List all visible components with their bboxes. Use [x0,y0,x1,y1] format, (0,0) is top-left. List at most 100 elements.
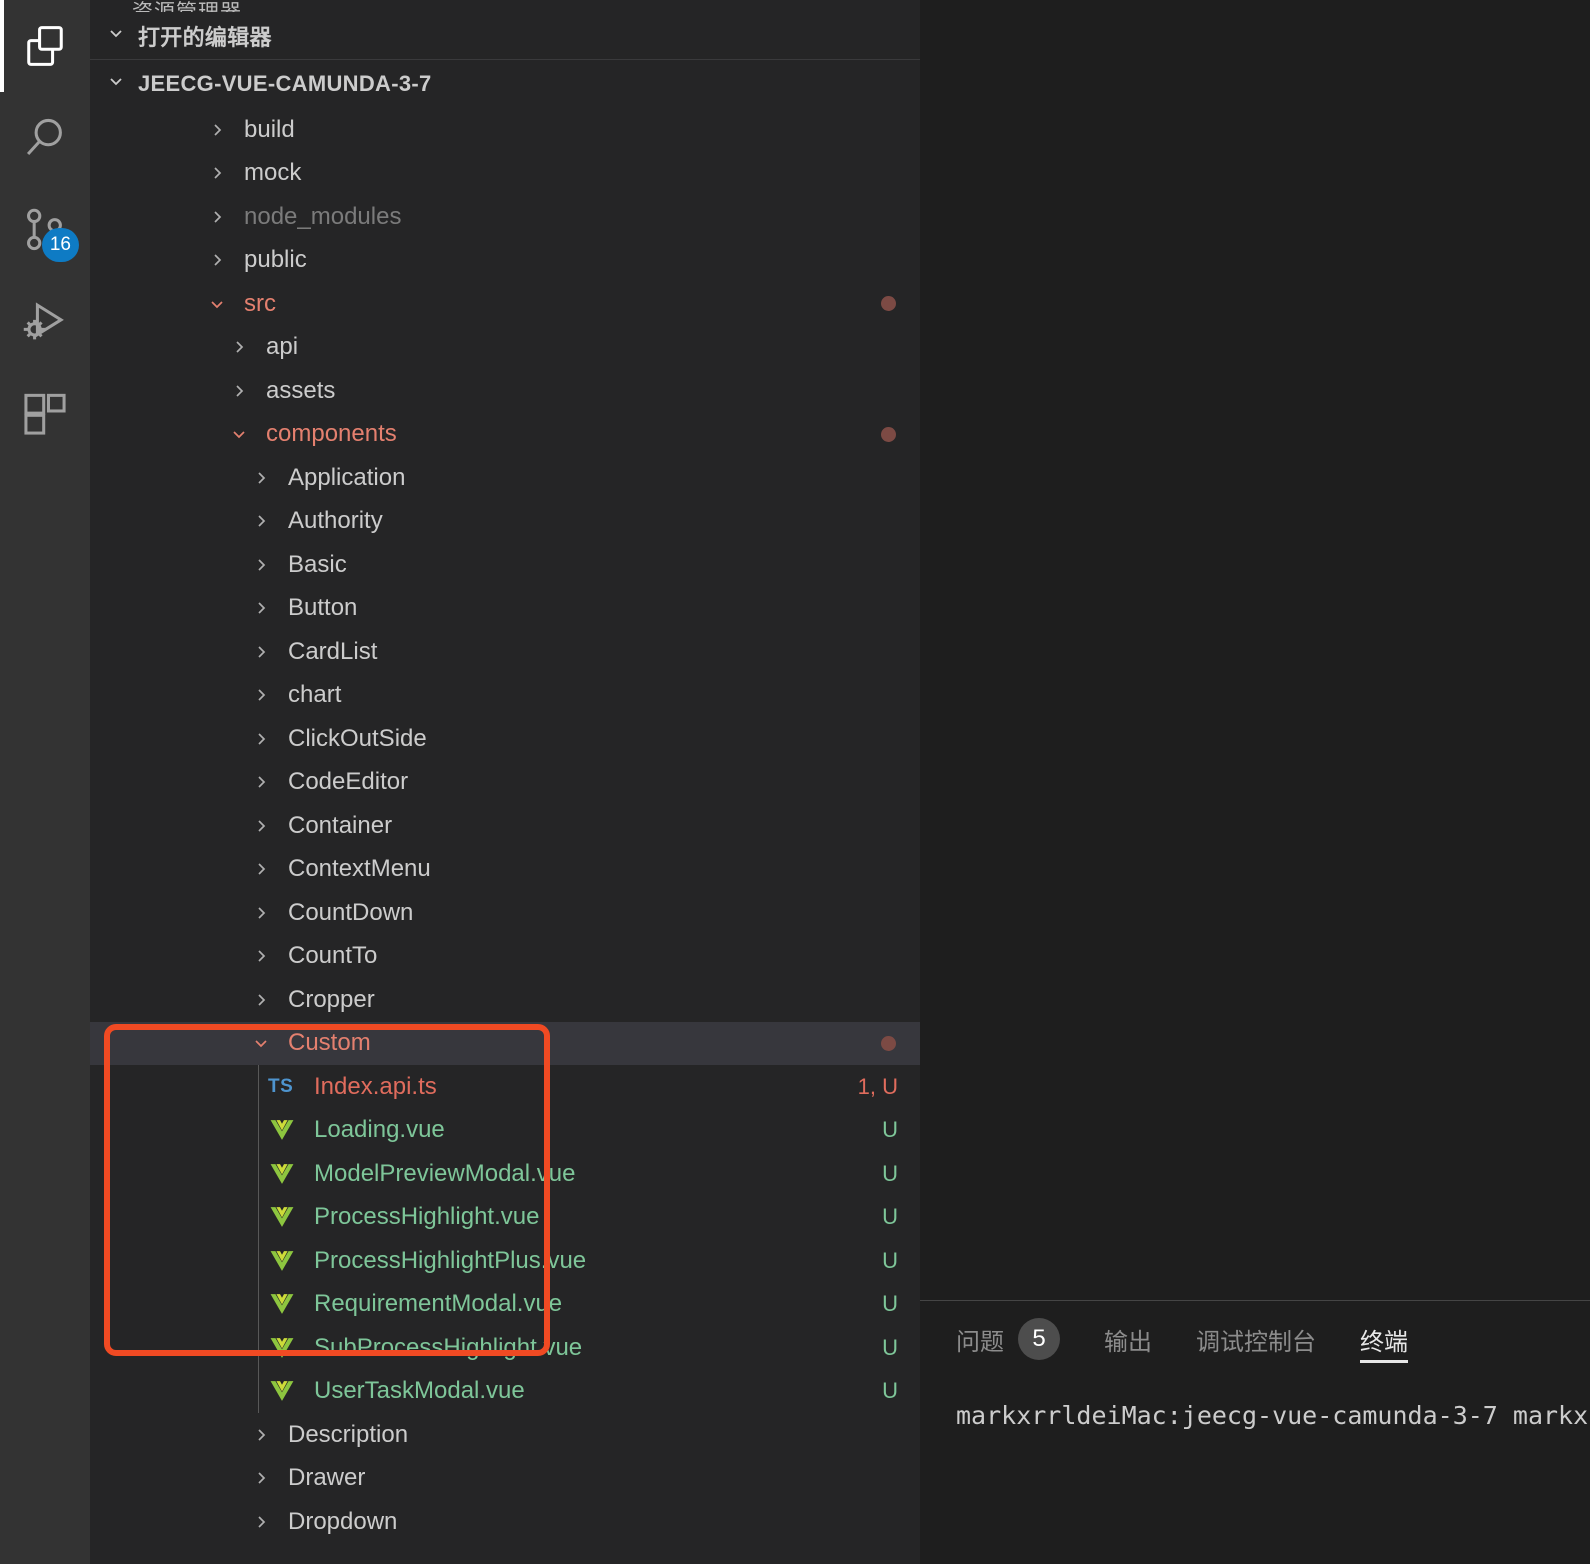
tree-folder-row[interactable]: Application [90,456,920,500]
tree-folder-row[interactable]: Drawer [90,1457,920,1501]
chevron-right-icon[interactable] [224,379,254,403]
chevron-right-icon[interactable] [246,727,276,751]
tree-folder-row[interactable]: Basic [90,543,920,587]
tree-item-label: Authority [288,507,383,535]
project-root-label: JEECG-VUE-CAMUNDA-3-7 [138,71,432,96]
activity-item-search[interactable] [0,92,90,184]
activity-item-source-control[interactable]: 16 [0,184,90,276]
tree-item-label: Index.api.ts [314,1072,437,1100]
tree-folder-row[interactable]: api [90,326,920,370]
git-status-decoration: U [882,1204,898,1230]
panel-tab[interactable]: 终端 [1360,1301,1408,1377]
panel-tab-label: 终端 [1360,1328,1408,1356]
chevron-right-icon[interactable] [224,335,254,359]
section-open-editors[interactable]: 打开的编辑器 [90,12,920,60]
tree-folder-row[interactable]: components [90,413,920,457]
tree-folder-row[interactable]: ClickOutSide [90,717,920,761]
activity-item-explorer[interactable] [0,0,90,92]
search-icon [15,108,75,168]
chevron-right-icon[interactable] [246,596,276,620]
tree-folder-row[interactable]: node_modules [90,195,920,239]
vue-file-icon [268,1116,304,1144]
explorer-sidebar: 资源管理器 打开的编辑器 JEECG-VUE-CAMUNDA-3-7 build… [90,0,920,1564]
chevron-right-icon[interactable] [246,1510,276,1534]
explorer-icon [15,16,75,76]
tree-item-label: mock [244,159,302,187]
tree-folder-row[interactable]: Button [90,587,920,631]
chevron-right-icon[interactable] [246,988,276,1012]
tree-file-row[interactable]: SubProcessHighlight.vue U [90,1326,920,1370]
chevron-right-icon[interactable] [246,944,276,968]
tree-folder-row[interactable]: Dropdown [90,1500,920,1544]
tree-item-label: Basic [288,550,347,578]
modified-indicator-dot [881,426,896,442]
chevron-right-icon[interactable] [246,683,276,707]
modified-indicator-dot [881,1035,896,1051]
editor-area: 问题 5 输出 调试控制台 终端 markxrrldeiMac:jeecg-vue-ca… [920,0,1590,1564]
tree-item-label: Button [288,594,358,622]
chevron-down-icon[interactable] [246,1031,276,1055]
tree-folder-row[interactable]: Custom [90,1021,920,1065]
tree-file-row[interactable]: TS Index.api.ts 1, U [90,1065,920,1109]
chevron-right-icon[interactable] [246,466,276,490]
tree-folder-row[interactable]: Authority [90,500,920,544]
tree-folder-row[interactable]: ContextMenu [90,848,920,892]
panel-tab[interactable]: 输出 [1104,1301,1152,1377]
tree-item-label: CodeEditor [288,768,409,796]
git-status-decoration: U [882,1117,898,1143]
tree-folder-row[interactable]: build [90,108,920,152]
tree-file-row[interactable]: UserTaskModal.vue U [90,1370,920,1414]
chevron-right-icon[interactable] [202,161,232,185]
chevron-down-icon[interactable] [224,422,254,446]
chevron-right-icon[interactable] [246,814,276,838]
tree-item-label: assets [266,376,336,404]
tree-folder-row[interactable]: assets [90,369,920,413]
tree-folder-row[interactable]: src [90,282,920,326]
chevron-right-icon[interactable] [246,509,276,533]
chevron-down-icon [104,21,128,51]
tree-file-row[interactable]: ProcessHighlight.vue U [90,1196,920,1240]
chevron-right-icon[interactable] [246,1466,276,1490]
tree-item-label: Dropdown [288,1507,398,1535]
chevron-right-icon[interactable] [246,857,276,881]
tree-folder-row[interactable]: CodeEditor [90,761,920,805]
chevron-right-icon[interactable] [202,118,232,142]
tree-folder-row[interactable]: chart [90,674,920,718]
tree-folder-row[interactable]: CardList [90,630,920,674]
panel-tab[interactable]: 调试控制台 [1196,1301,1316,1377]
tree-folder-row[interactable]: Cropper [90,978,920,1022]
run-debug-icon [15,292,75,352]
panel-tab[interactable]: 问题 5 [956,1301,1060,1377]
chevron-right-icon[interactable] [202,248,232,272]
activity-item-run-debug[interactable] [0,276,90,368]
tree-folder-row[interactable]: CountTo [90,935,920,979]
chevron-right-icon[interactable] [246,770,276,794]
tree-folder-row[interactable]: public [90,239,920,283]
chevron-right-icon[interactable] [246,1423,276,1447]
chevron-right-icon[interactable] [246,553,276,577]
section-project-root[interactable]: JEECG-VUE-CAMUNDA-3-7 [90,60,920,108]
chevron-down-icon[interactable] [202,292,232,316]
vue-file-icon [268,1290,304,1318]
vue-file-icon [268,1247,304,1275]
tree-file-row[interactable]: RequirementModal.vue U [90,1283,920,1327]
sidebar-title: 资源管理器 [90,0,920,12]
tree-item-label: SubProcessHighlight.vue [314,1333,583,1361]
tree-folder-row[interactable]: CountDown [90,891,920,935]
panel-tab-label: 问题 [956,1328,1004,1356]
tree-file-row[interactable]: ProcessHighlightPlus.vue U [90,1239,920,1283]
tree-item-label: RequirementModal.vue [314,1290,563,1318]
chevron-right-icon[interactable] [202,205,232,229]
tree-file-row[interactable]: Loading.vue U [90,1109,920,1153]
terminal-output[interactable]: markxrrldeiMac:jeecg-vue-camunda-3-7 mar… [920,1377,1590,1430]
git-status-decoration: U [882,1160,898,1186]
tree-folder-row[interactable]: Container [90,804,920,848]
tree-file-row[interactable]: ModelPreviewModal.vue U [90,1152,920,1196]
tree-folder-row[interactable]: Description [90,1413,920,1457]
chevron-right-icon[interactable] [246,640,276,664]
chevron-right-icon[interactable] [246,901,276,925]
activity-item-extensions[interactable] [0,368,90,460]
tree-folder-row[interactable]: mock [90,152,920,196]
tree-item-label: Cropper [288,985,375,1013]
tree-item-label: ProcessHighlight.vue [314,1203,540,1231]
